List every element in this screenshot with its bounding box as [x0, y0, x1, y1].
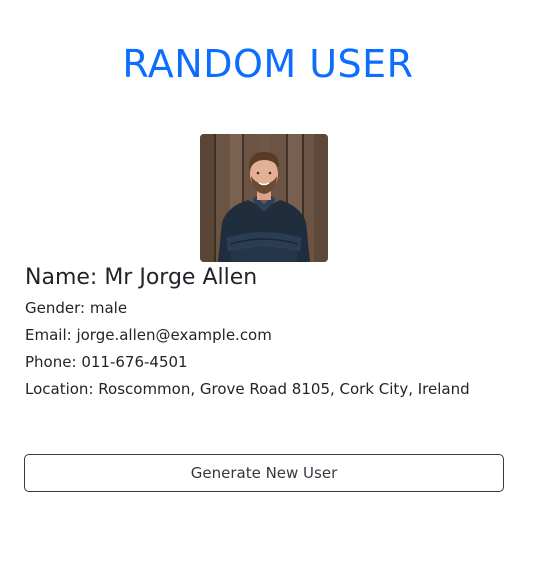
gender-line: Gender: male: [25, 298, 127, 318]
user-name-line: Name: Mr Jorge Allen: [25, 263, 257, 293]
user-name: Mr Jorge Allen: [104, 265, 258, 290]
email-line: Email: jorge.allen@example.com: [25, 325, 272, 345]
gender-label: Gender:: [25, 299, 86, 317]
phone-line: Phone: 011-676-4501: [25, 352, 188, 372]
phone-value: 011-676-4501: [81, 353, 188, 371]
location-line: Location: Roscommon, Grove Road 8105, Co…: [25, 379, 470, 399]
gender-value: male: [89, 299, 128, 317]
avatar: [200, 134, 328, 262]
name-label: Name:: [25, 265, 98, 290]
location-value: Roscommon, Grove Road 8105, Cork City, I…: [98, 380, 470, 398]
random-user-app: RANDOM USER Name: Mr Jorge Allen Gender:…: [0, 0, 536, 575]
location-label: Location:: [25, 380, 94, 398]
email-label: Email:: [25, 326, 72, 344]
page-title: RANDOM USER: [122, 42, 414, 86]
generate-new-user-button[interactable]: Generate New User: [24, 454, 504, 492]
user-portrait-icon: [200, 134, 328, 262]
phone-label: Phone:: [25, 353, 77, 371]
email-value: jorge.allen@example.com: [76, 326, 272, 344]
